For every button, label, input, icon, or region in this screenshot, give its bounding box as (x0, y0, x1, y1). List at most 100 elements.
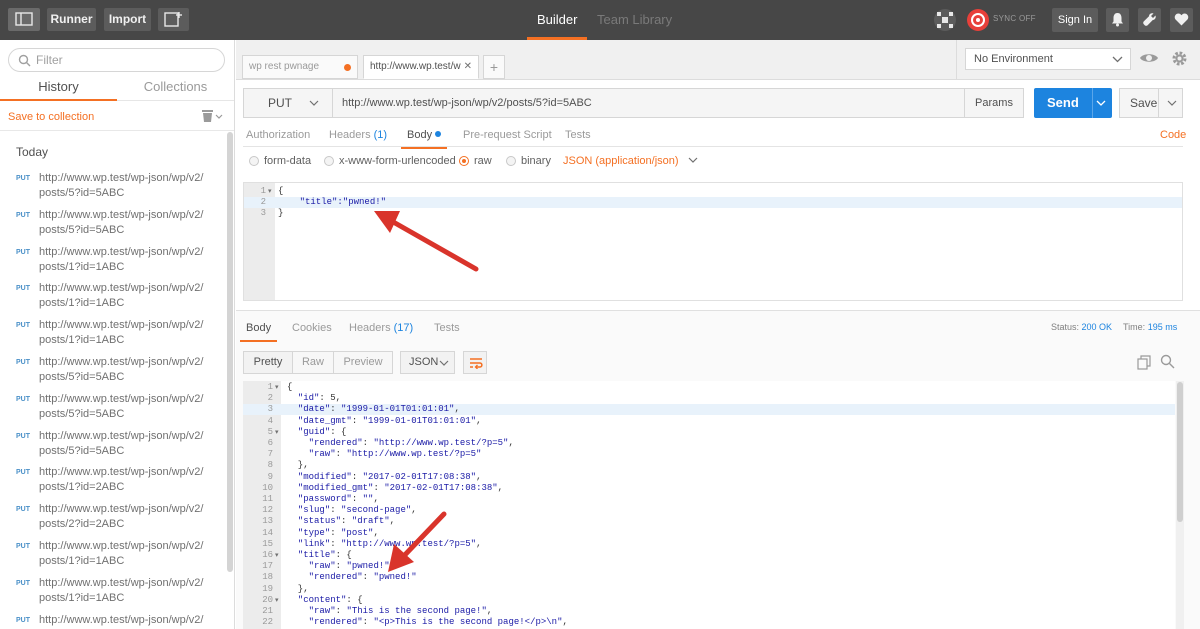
sync-status-icon[interactable] (966, 8, 990, 32)
fold-arrow-icon[interactable]: ▾ (275, 428, 279, 436)
urlencoded-label: x-www-form-urlencoded (339, 155, 456, 167)
add-tab-button[interactable]: + (483, 55, 505, 79)
tab-authorization[interactable]: Authorization (246, 129, 310, 141)
save-button[interactable]: Save (1119, 88, 1183, 118)
settings-button[interactable] (1138, 8, 1161, 32)
history-item[interactable]: PUT http://www.wp.test/wp-json/wp/v2/post… (0, 532, 228, 569)
tab-team-library[interactable]: Team Library (597, 0, 672, 40)
fold-arrow-icon[interactable]: ▾ (275, 596, 279, 604)
raw-button[interactable]: Raw (292, 351, 334, 374)
response-time: Time: 195 ms (1123, 322, 1177, 332)
history-url: http://www.wp.test/wp-json/wp/v2/posts/ (39, 613, 204, 629)
response-tab-tests[interactable]: Tests (434, 322, 460, 334)
heart-icon (1174, 13, 1189, 26)
history-item[interactable]: PUT http://www.wp.test/wp-json/wp/v2/post… (0, 201, 228, 238)
response-tab-headers[interactable]: Headers (17) (349, 322, 413, 334)
history-method: PUT (16, 211, 30, 219)
time-label: Time: (1123, 322, 1146, 332)
close-tab-icon[interactable]: ✕ (464, 56, 472, 78)
chevron-down-icon (1112, 56, 1123, 63)
sidebar-scrollbar[interactable] (227, 132, 233, 572)
request-tab-current[interactable]: http://www.wp.test/w ✕ (363, 55, 479, 79)
code-line: "modified_gmt": "2017-02-01T17:08:38", (297, 482, 504, 493)
tab-headers[interactable]: Headers (1) (329, 129, 387, 141)
tab-collections[interactable]: Collections (117, 77, 234, 101)
fold-arrow-icon[interactable]: ▾ (268, 187, 272, 195)
method-select[interactable]: PUT (243, 88, 333, 118)
history-item[interactable]: PUT http://www.wp.test/wp-json/wp/v2/post… (0, 606, 228, 629)
chevron-down-icon[interactable] (1167, 100, 1177, 106)
radio-urlencoded[interactable] (324, 156, 334, 166)
notifications-button[interactable] (1106, 8, 1129, 32)
filter-input[interactable] (36, 52, 216, 68)
copy-icon[interactable] (1137, 355, 1152, 370)
history-item[interactable]: PUT http://www.wp.test/wp-json/wp/v2/post… (0, 348, 228, 385)
wrap-lines-button[interactable] (463, 351, 487, 374)
search-icon[interactable] (1160, 354, 1175, 369)
runner-button[interactable]: Runner (47, 8, 96, 31)
code-line: "content": { (297, 594, 363, 605)
line-number: 5 (267, 426, 273, 437)
request-body-editor[interactable]: 1 ▾ { 2 "title":"pwned!" 3 } (243, 182, 1183, 301)
preview-button[interactable]: Preview (333, 351, 393, 374)
history-item[interactable]: PUT http://www.wp.test/wp-json/wp/v2/post… (0, 274, 228, 311)
send-button[interactable]: Send (1034, 88, 1112, 118)
url-input[interactable]: http://www.wp.test/wp-json/wp/v2/posts/5… (332, 88, 965, 118)
history-url: http://www.wp.test/wp-json/wp/v2/posts/5… (39, 429, 204, 457)
chevron-down-icon[interactable] (1096, 100, 1106, 106)
history-item[interactable]: PUT http://www.wp.test/wp-json/wp/v2/post… (0, 422, 228, 459)
filter-box[interactable] (8, 48, 225, 72)
fold-arrow-icon[interactable]: ▾ (275, 383, 279, 391)
wrap-lines-icon (470, 358, 483, 369)
radio-binary[interactable] (506, 156, 516, 166)
favorites-button[interactable] (1170, 8, 1193, 32)
history-item[interactable]: PUT http://www.wp.test/wp-json/wp/v2/post… (0, 495, 228, 532)
toggle-sidebar-button[interactable] (8, 8, 40, 31)
history-item[interactable]: PUT http://www.wp.test/wp-json/wp/v2/post… (0, 458, 228, 495)
pretty-button[interactable]: Pretty (243, 351, 293, 374)
environment-select[interactable]: No Environment (965, 48, 1131, 70)
history-url: http://www.wp.test/wp-json/wp/v2/posts/1… (39, 282, 204, 310)
response-tab-body[interactable]: Body (239, 322, 278, 342)
line-number: 15 (262, 538, 273, 549)
response-format-select[interactable]: JSON (400, 351, 455, 374)
code-line: "rendered": "http://www.wp.test/?p=5", (308, 438, 514, 448)
history-url: http://www.wp.test/wp-json/wp/v2/posts/5… (39, 392, 204, 420)
tab-tests[interactable]: Tests (565, 129, 591, 141)
fold-arrow-icon[interactable]: ▾ (275, 551, 279, 559)
params-button[interactable]: Params (964, 88, 1024, 118)
new-window-button[interactable] (158, 8, 189, 31)
gear-icon[interactable] (1171, 50, 1188, 67)
method-value: PUT (268, 96, 292, 110)
request-tab-wp-rest-pwnage[interactable]: wp rest pwnage (242, 55, 358, 79)
eye-icon[interactable] (1139, 51, 1159, 65)
chevron-down-icon (439, 360, 449, 366)
interceptor-satellite-icon[interactable] (933, 8, 957, 32)
content-type-select[interactable]: JSON (application/json) (563, 155, 698, 167)
sign-in-button[interactable]: Sign In (1052, 8, 1098, 32)
import-button[interactable]: Import (104, 8, 151, 31)
save-to-collection-link[interactable]: Save to collection (8, 111, 94, 123)
tab-headers-label: Headers (329, 129, 371, 141)
generate-code-link[interactable]: Code (1160, 129, 1186, 141)
history-item[interactable]: PUT http://www.wp.test/wp-json/wp/v2/post… (0, 311, 228, 348)
history-method: PUT (16, 616, 30, 624)
line-number: 1 (267, 382, 273, 392)
tab-builder[interactable]: Builder (526, 0, 589, 40)
response-tab-cookies[interactable]: Cookies (292, 322, 332, 334)
tab-prerequest-script[interactable]: Pre-request Script (463, 129, 552, 141)
response-body-viewer[interactable]: 1 ▾{2 "id": 5, 3 "date": "1999-01-01T01:01… (243, 381, 1175, 629)
radio-raw[interactable] (459, 156, 469, 166)
clear-history-button[interactable] (201, 109, 223, 126)
history-item[interactable]: PUT http://www.wp.test/wp-json/wp/v2/post… (0, 238, 228, 275)
history-item[interactable]: PUT http://www.wp.test/wp-json/wp/v2/post… (0, 569, 228, 606)
tab-body[interactable]: Body (400, 129, 448, 149)
request-tab-label: http://www.wp.test/w (370, 61, 461, 72)
response-scrollbar[interactable] (1177, 382, 1183, 522)
history-item[interactable]: PUT http://www.wp.test/wp-json/wp/v2/post… (0, 164, 228, 201)
history-item[interactable]: PUT http://www.wp.test/wp-json/wp/v2/post… (0, 385, 228, 422)
tab-history[interactable]: History (0, 77, 117, 101)
history-method: PUT (16, 248, 30, 256)
code-line: "rendered": "pwned!" (308, 572, 417, 583)
radio-form-data[interactable] (249, 156, 259, 166)
